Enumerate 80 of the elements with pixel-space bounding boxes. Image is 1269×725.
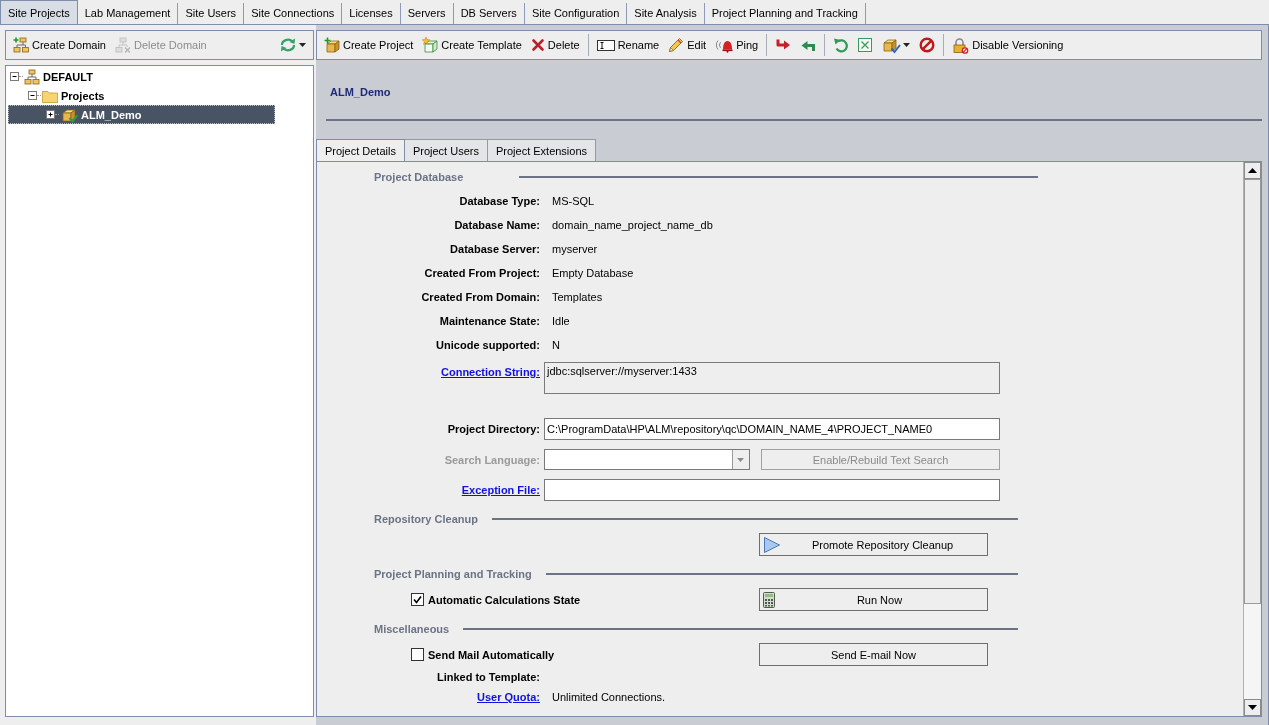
toolbar-button[interactable]: Create Template [419,34,525,56]
lock-icon [952,36,970,54]
tree-item[interactable]: Projects [8,86,275,105]
caret-icon [299,43,306,47]
scroll-up-button[interactable] [1244,162,1261,179]
checkbox-label: Send Mail Automatically [428,648,555,661]
checkbox-label: Automatic Calculations State [428,593,581,606]
play-icon [763,535,781,554]
field-label: Database Name: [454,219,540,231]
field-link[interactable]: Exception File: [461,484,540,496]
text-area[interactable]: jdbc:sqlserver://myserver:1433 [544,362,1000,394]
tree-item[interactable]: DEFAULT [8,67,275,86]
action-button[interactable]: Send E-mail Now [759,643,988,666]
expand-icon[interactable] [46,110,55,119]
field-value: myserver [552,243,598,255]
tree-item[interactable]: ALM_Demo [8,105,275,124]
toolbar-button[interactable]: Create Project [321,34,417,56]
field-value: Idle [552,315,570,327]
field-label: Search Language: [444,453,540,466]
pencil-icon [668,37,685,53]
folder-icon [42,88,58,103]
field-label: Unicode supported: [436,339,540,351]
toolbar-button[interactable]: Rename [593,34,663,56]
section-title: Miscellaneous [374,623,450,635]
text-field[interactable] [544,479,1000,501]
tab[interactable]: Project Extensions [487,139,597,161]
prohibited-icon [919,37,936,53]
collapse-icon[interactable] [28,91,37,100]
box-check-icon [881,36,902,54]
bell-icon [715,37,734,53]
scroll-down-button[interactable] [1244,699,1261,716]
down-arrow-icon [1248,705,1257,710]
field-label: Database Server: [450,243,540,255]
tab[interactable]: Project Details [316,139,405,161]
circular-arrow-icon [833,37,850,53]
field-label: Created From Domain: [421,291,540,303]
checkbox[interactable] [411,648,424,661]
field-value: Templates [552,291,603,303]
scrollbar-thumb[interactable] [1244,179,1261,604]
toolbar-button[interactable]: Edit [665,34,710,56]
tab[interactable]: Site Projects [0,0,78,24]
network-cross-icon [115,37,131,53]
tab[interactable]: Project Users [404,139,488,161]
sync-arrows-icon [279,37,297,53]
collapse-icon[interactable] [10,72,19,81]
box-plus-icon [324,37,340,53]
action-button[interactable]: Promote Repository Cleanup [759,533,988,556]
toolbar-button[interactable]: Ping [712,34,762,56]
up-arrow-icon [1248,168,1257,173]
field-value: N [552,339,560,351]
text-field[interactable]: C:\ProgramData\HP\ALM\repository\qc\DOMAIN_NAME_4\PROJECT_NAME0 [544,418,1000,440]
toolbar-button[interactable]: Disable Versioning [949,34,1067,56]
section-title: Project Planning and Tracking [374,568,532,580]
field-link[interactable]: Connection String: [441,366,540,378]
section-title: Repository Cleanup [374,513,478,525]
network-icon [24,68,40,85]
section-title: Project Database [374,171,464,183]
text-field-icon [596,39,615,51]
field-label: Database Type: [459,195,540,207]
field-label: Linked to Template: [436,671,540,683]
caret-icon [903,43,911,47]
field-label: Maintenance State: [439,315,540,327]
box-check-icon [60,106,78,123]
calculator-icon [763,591,775,608]
field-value: Empty Database [552,267,634,279]
network-plus-icon [13,37,29,53]
toolbar-button[interactable]: Delete [527,34,583,56]
cross-icon [530,38,545,52]
field-link[interactable]: User Quota: [477,691,540,703]
field-value: domain_name_project_name_db [552,219,713,231]
project-title: ALM_Demo [330,85,391,100]
boxed-cross-icon [858,38,873,52]
field-value: Unlimited Connections. [552,691,666,703]
box-star-icon [422,37,439,53]
toolbar-button[interactable]: Create Domain [10,34,109,56]
checkbox[interactable] [411,593,424,606]
field-value: MS-SQL [552,195,595,207]
action-button[interactable]: Run Now [759,588,988,611]
field-label: Created From Project: [424,267,540,279]
field-label: Project Directory: [447,423,540,435]
